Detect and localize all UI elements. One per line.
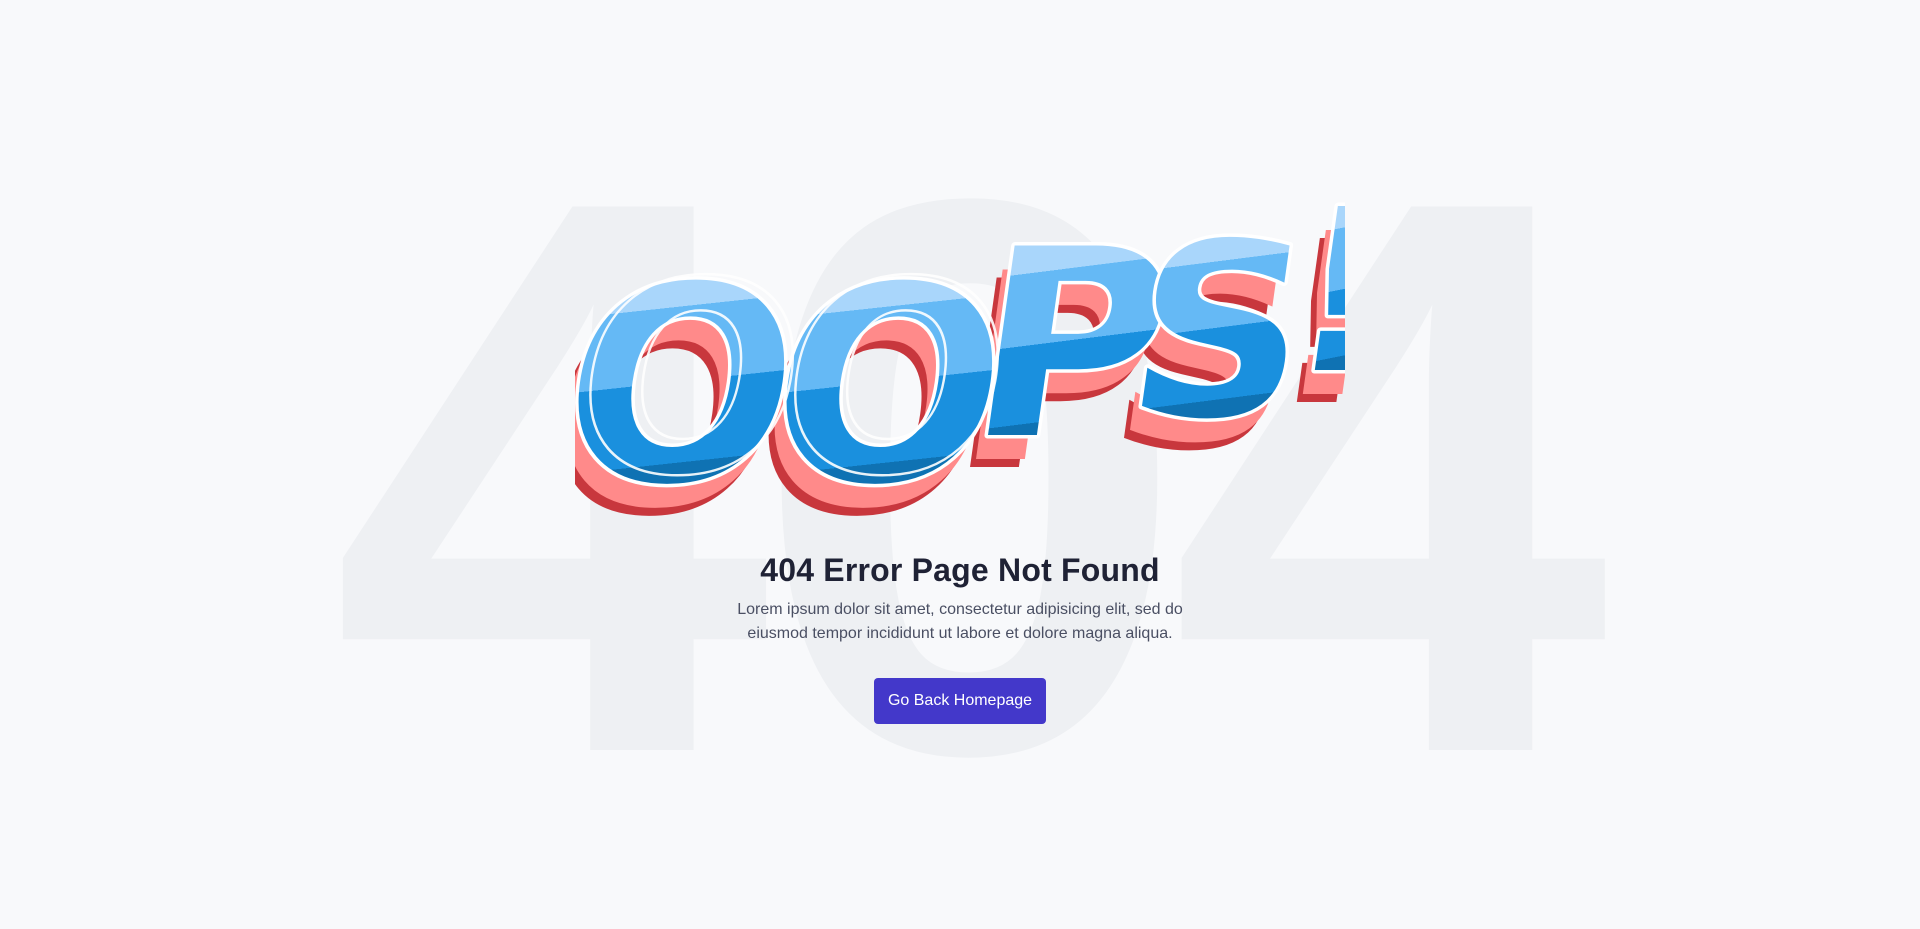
page-title: 404 Error Page Not Found [760, 552, 1160, 588]
error-content: 404 Error Page Not Found Lorem ipsum dol… [0, 550, 1920, 724]
go-back-homepage-button[interactable]: Go Back Homepage [873, 678, 1047, 724]
svg-text:O: O [761, 226, 1031, 535]
oops-illustration: O O P S ! O O P S ! O O P S ! O O [575, 180, 1345, 535]
error-page: 404 O O P S ! O O P S ! O O P S ! O O 40… [0, 0, 1920, 929]
error-description: Lorem ipsum dolor sit amet, consectetur … [737, 601, 1183, 642]
